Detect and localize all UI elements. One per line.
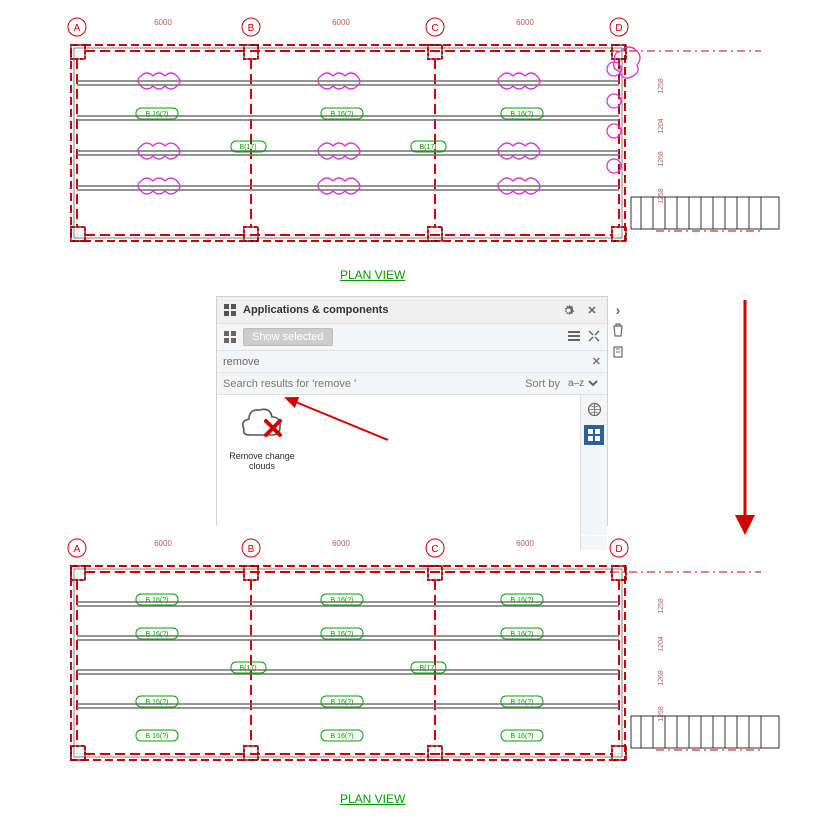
- search-term: remove: [223, 356, 260, 368]
- plan-drawing-bottom: A B C D 2 1 600060006000 6000 1258 1204 …: [41, 536, 801, 791]
- svg-text:6000: 6000: [332, 18, 350, 27]
- svg-text:B 16(?): B 16(?): [146, 111, 169, 118]
- svg-text:B 16(?): B 16(?): [331, 111, 354, 118]
- plan-view-top: A B C D 2 1 600060006000 6000 1258 1204 …: [40, 10, 802, 272]
- svg-text:B(17): B(17): [239, 665, 256, 672]
- svg-text:6000: 6000: [154, 539, 172, 548]
- building-icon[interactable]: [611, 344, 625, 362]
- svg-text:6000: 6000: [516, 18, 534, 27]
- chevron-right-icon[interactable]: ›: [616, 302, 621, 318]
- svg-text:1258: 1258: [658, 706, 665, 722]
- svg-text:B 16(?): B 16(?): [511, 699, 534, 706]
- plan-view-bottom: A B C D 2 1 600060006000 6000 1258 1204 …: [40, 535, 802, 792]
- svg-text:B 16(?): B 16(?): [331, 733, 354, 740]
- svg-text:B 16(?): B 16(?): [511, 631, 534, 638]
- plan-view-label-bottom: PLAN VIEW: [340, 792, 405, 806]
- panel-toolbar: Show selected: [217, 324, 607, 351]
- clear-search-icon[interactable]: ✕: [592, 355, 601, 368]
- collapse-icon[interactable]: [587, 329, 601, 346]
- svg-text:D: D: [615, 544, 622, 555]
- svg-text:B 16(?): B 16(?): [146, 631, 169, 638]
- results-header: Search results for 'remove ' Sort by a–z: [217, 373, 607, 395]
- svg-text:A: A: [74, 544, 81, 555]
- result-label: Remove change clouds: [229, 451, 295, 471]
- results-label: Search results for 'remove ': [223, 378, 356, 390]
- svg-text:C: C: [431, 23, 438, 34]
- svg-text:1258: 1258: [658, 78, 665, 94]
- svg-text:1258: 1258: [658, 188, 665, 204]
- globe-icon[interactable]: [584, 399, 604, 419]
- sort-select[interactable]: a–z: [564, 377, 601, 390]
- results-content: Remove change clouds: [217, 395, 607, 550]
- applications-panel: Applications & components ✕ Show selecte…: [216, 296, 608, 526]
- panel-title: Applications & components: [243, 304, 553, 316]
- svg-text:1268: 1268: [658, 151, 665, 167]
- svg-text:1204: 1204: [658, 636, 665, 652]
- panel-side-icons: [580, 395, 607, 550]
- svg-text:D: D: [615, 23, 622, 34]
- grid-icon[interactable]: [223, 330, 237, 344]
- svg-text:1258: 1258: [658, 598, 665, 614]
- annotation-arrow-big: [730, 300, 760, 540]
- sort-by-label: Sort by: [525, 378, 560, 390]
- svg-text:B 16(?): B 16(?): [146, 733, 169, 740]
- svg-text:B 16(?): B 16(?): [146, 597, 169, 604]
- svg-text:B 16(?): B 16(?): [511, 733, 534, 740]
- svg-text:6000: 6000: [516, 539, 534, 548]
- apps-icon: [223, 303, 237, 317]
- svg-text:B 16(?): B 16(?): [331, 699, 354, 706]
- panel-chevrons: ›: [609, 302, 627, 362]
- plan-view-label-top: PLAN VIEW: [340, 268, 405, 282]
- svg-text:B 16(?): B 16(?): [511, 597, 534, 604]
- svg-text:1268: 1268: [658, 670, 665, 686]
- svg-text:1204: 1204: [658, 118, 665, 134]
- svg-text:C: C: [431, 544, 438, 555]
- svg-text:B 16(?): B 16(?): [331, 597, 354, 604]
- trash-icon[interactable]: [611, 322, 625, 340]
- svg-text:B 16(?): B 16(?): [146, 699, 169, 706]
- search-row[interactable]: remove ✕: [217, 351, 607, 373]
- svg-text:B(17): B(17): [239, 144, 256, 151]
- svg-text:B: B: [248, 544, 255, 555]
- svg-text:B 16(?): B 16(?): [511, 111, 534, 118]
- panel-header[interactable]: Applications & components ✕: [217, 297, 607, 324]
- svg-text:B(17): B(17): [419, 144, 436, 151]
- svg-text:6000: 6000: [332, 539, 350, 548]
- annotation-arrow-small: [278, 390, 398, 450]
- close-icon[interactable]: ✕: [583, 301, 601, 319]
- svg-text:B: B: [248, 23, 255, 34]
- gear-icon[interactable]: [559, 301, 577, 319]
- svg-text:6000: 6000: [154, 18, 172, 27]
- catalog-view-icon[interactable]: [584, 425, 604, 445]
- svg-text:B(17): B(17): [419, 665, 436, 672]
- svg-text:B 16(?): B 16(?): [331, 631, 354, 638]
- list-icon[interactable]: [567, 330, 581, 345]
- show-selected-button[interactable]: Show selected: [243, 328, 333, 346]
- plan-drawing-top: A B C D 2 1 600060006000 6000 1258 1204 …: [41, 11, 801, 271]
- svg-text:A: A: [74, 23, 81, 34]
